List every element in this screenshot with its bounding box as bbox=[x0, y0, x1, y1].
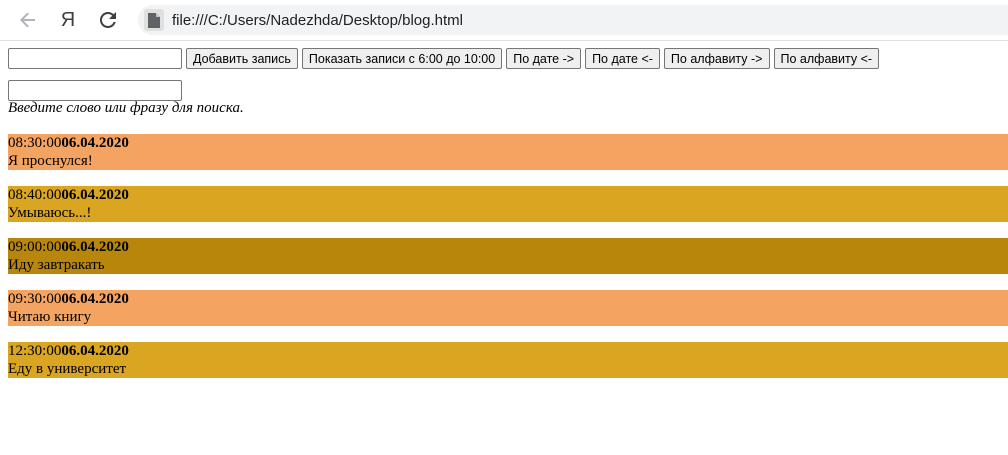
entry-text: Иду завтракать bbox=[8, 257, 105, 273]
yandex-logo[interactable]: Я bbox=[54, 6, 82, 34]
blog-entry: 09:00:0006.04.2020 Иду завтракать bbox=[8, 238, 1008, 274]
blog-entry: 12:30:0006.04.2020 Еду в университет bbox=[8, 342, 1008, 378]
sort-alpha-desc-button[interactable]: По алфавиту <- bbox=[773, 48, 880, 69]
entry-time: 09:00:00 bbox=[8, 239, 62, 255]
sort-date-desc-button[interactable]: По дате <- bbox=[585, 48, 660, 69]
entry-time: 12:30:00 bbox=[8, 343, 62, 359]
entry-date: 06.04.2020 bbox=[61, 135, 129, 151]
entry-date: 06.04.2020 bbox=[61, 239, 129, 255]
search-hint: Введите слово или фразу для поиска. bbox=[8, 100, 244, 116]
reload-icon[interactable] bbox=[94, 6, 122, 34]
blog-entry: 08:30:0006.04.2020 Я проснулся! bbox=[8, 134, 1008, 170]
entry-time: 08:30:00 bbox=[8, 135, 62, 151]
address-bar[interactable]: file:///C:/Users/Nadezhda/Desktop/blog.h… bbox=[138, 5, 1008, 35]
blog-entry: 08:40:0006.04.2020 Умываюсь...! bbox=[8, 186, 1008, 222]
browser-toolbar: Я file:///C:/Users/Nadezhda/Desktop/blog… bbox=[0, 0, 1008, 41]
search-input[interactable] bbox=[8, 80, 182, 101]
entry-text: Читаю книгу bbox=[8, 309, 92, 325]
entry-date: 06.04.2020 bbox=[61, 343, 129, 359]
page-toolbar: Добавить запись Показать записи с 6:00 д… bbox=[8, 48, 880, 69]
entry-date: 06.04.2020 bbox=[61, 187, 129, 203]
entry-time: 09:30:00 bbox=[8, 291, 62, 307]
entry-input[interactable] bbox=[8, 48, 182, 69]
blog-entry: 09:30:0006.04.2020 Читаю книгу bbox=[8, 290, 1008, 326]
entries-list: 08:30:0006.04.2020 Я проснулся! 08:40:00… bbox=[8, 134, 1008, 394]
back-arrow-icon[interactable] bbox=[14, 6, 42, 34]
sort-date-asc-button[interactable]: По дате -> bbox=[506, 48, 582, 69]
entry-text: Умываюсь...! bbox=[8, 205, 92, 221]
entry-date: 06.04.2020 bbox=[61, 291, 129, 307]
url-text: file:///C:/Users/Nadezhda/Desktop/blog.h… bbox=[172, 11, 463, 29]
entry-time: 08:40:00 bbox=[8, 187, 62, 203]
entry-text: Я проснулся! bbox=[8, 153, 93, 169]
show-6-10-button[interactable]: Показать записи с 6:00 до 10:00 bbox=[301, 48, 503, 69]
add-entry-button[interactable]: Добавить запись bbox=[186, 48, 298, 69]
entry-text: Еду в университет bbox=[8, 361, 127, 377]
sort-alpha-asc-button[interactable]: По алфавиту -> bbox=[663, 48, 770, 69]
file-icon bbox=[144, 9, 164, 31]
